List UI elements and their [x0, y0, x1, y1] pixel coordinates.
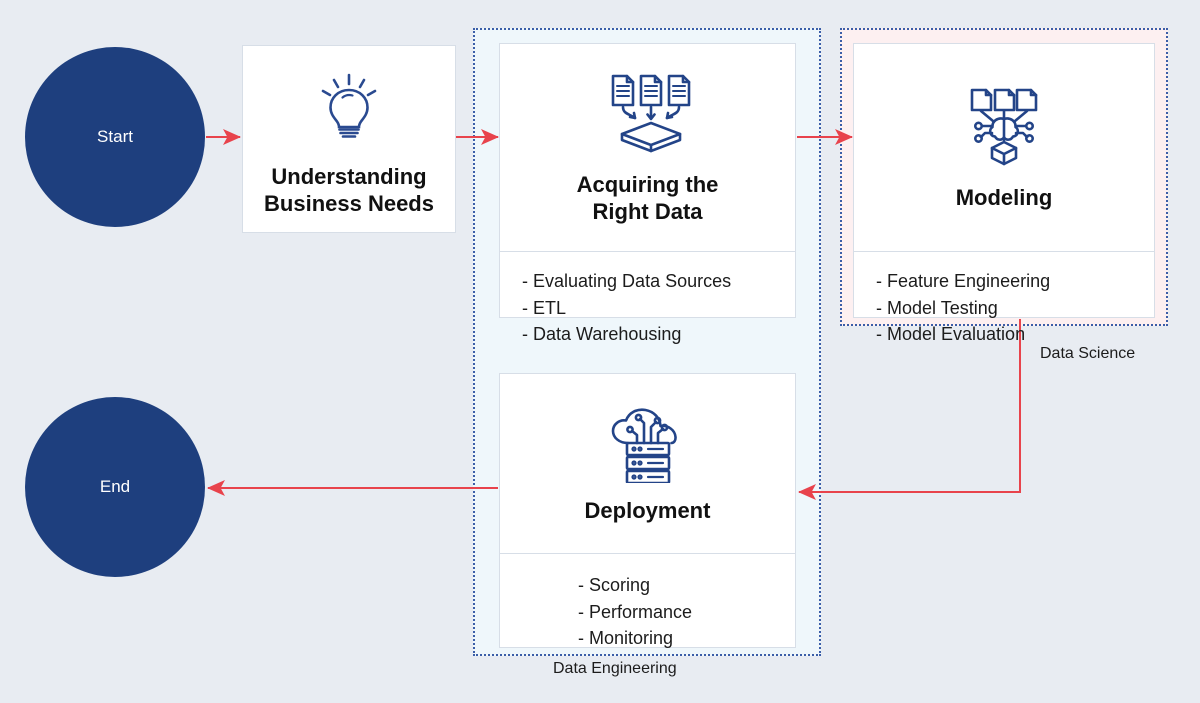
card-title-line1: Understanding — [271, 163, 427, 189]
list-item: - Monitoring — [578, 628, 674, 649]
card-title: Understanding Business Needs — [264, 164, 434, 218]
card-title: Acquiring the Right Data — [577, 172, 719, 226]
start-node[interactable]: Start — [25, 47, 205, 227]
card-understanding-business-needs[interactable]: Understanding Business Needs — [242, 45, 456, 233]
card-title-line1: Modeling — [955, 184, 1053, 210]
card-header: Modeling — [854, 44, 1154, 251]
group-label-data-engineering: Data Engineering — [553, 660, 677, 677]
card-bullet-list: - Scoring - Performance - Monitoring — [578, 572, 795, 652]
end-node[interactable]: End — [25, 397, 205, 577]
card-body: - Feature Engineering - Model Testing - … — [854, 251, 1154, 348]
list-item: - Feature Engineering — [876, 271, 1051, 291]
card-header: Deployment — [500, 374, 795, 553]
list-item: - Evaluating Data Sources — [522, 271, 732, 291]
card-modeling[interactable]: Modeling - Feature Engineering - Model T… — [853, 43, 1155, 344]
card-title-line2: Right Data — [592, 199, 703, 224]
group-label-data-science: Data Science — [1040, 345, 1136, 362]
card-title-line1: Acquiring the — [576, 172, 719, 198]
end-node-label: End — [99, 477, 131, 496]
cloud-server-icon — [606, 407, 690, 488]
card-header: Acquiring the Right Data — [500, 44, 795, 251]
flowchart-canvas: Start End Understanding Business Needs A… — [0, 0, 1200, 703]
card-deployment[interactable]: Deployment - Scoring - Performance - Mon… — [499, 373, 796, 648]
list-item: - ETL — [522, 297, 567, 318]
start-node-label: Start — [97, 127, 133, 146]
card-title-line2: Business Needs — [264, 190, 434, 216]
card-body: - Evaluating Data Sources - ETL - Data W… — [500, 251, 795, 348]
list-item: - Scoring — [578, 575, 651, 595]
documents-to-platform-icon — [604, 73, 692, 158]
card-title: Modeling — [956, 185, 1053, 212]
card-bullet-list: - Evaluating Data Sources - ETL - Data W… — [522, 268, 795, 348]
neural-network-icon — [960, 88, 1048, 171]
list-item: - Model Testing — [876, 297, 998, 318]
card-bullet-list: - Feature Engineering - Model Testing - … — [876, 268, 1154, 348]
card-header: Understanding Business Needs — [243, 46, 455, 248]
list-item: - Model Evaluation — [876, 324, 1026, 345]
list-item: - Data Warehousing — [522, 324, 682, 345]
card-title-line1: Deployment — [584, 497, 711, 523]
list-item: - Performance — [578, 601, 693, 622]
lightbulb-icon — [318, 73, 380, 144]
card-title: Deployment — [585, 498, 711, 525]
card-body: - Scoring - Performance - Monitoring — [500, 553, 795, 652]
card-acquiring-the-right-data[interactable]: Acquiring the Right Data - Evaluating Da… — [499, 43, 796, 344]
